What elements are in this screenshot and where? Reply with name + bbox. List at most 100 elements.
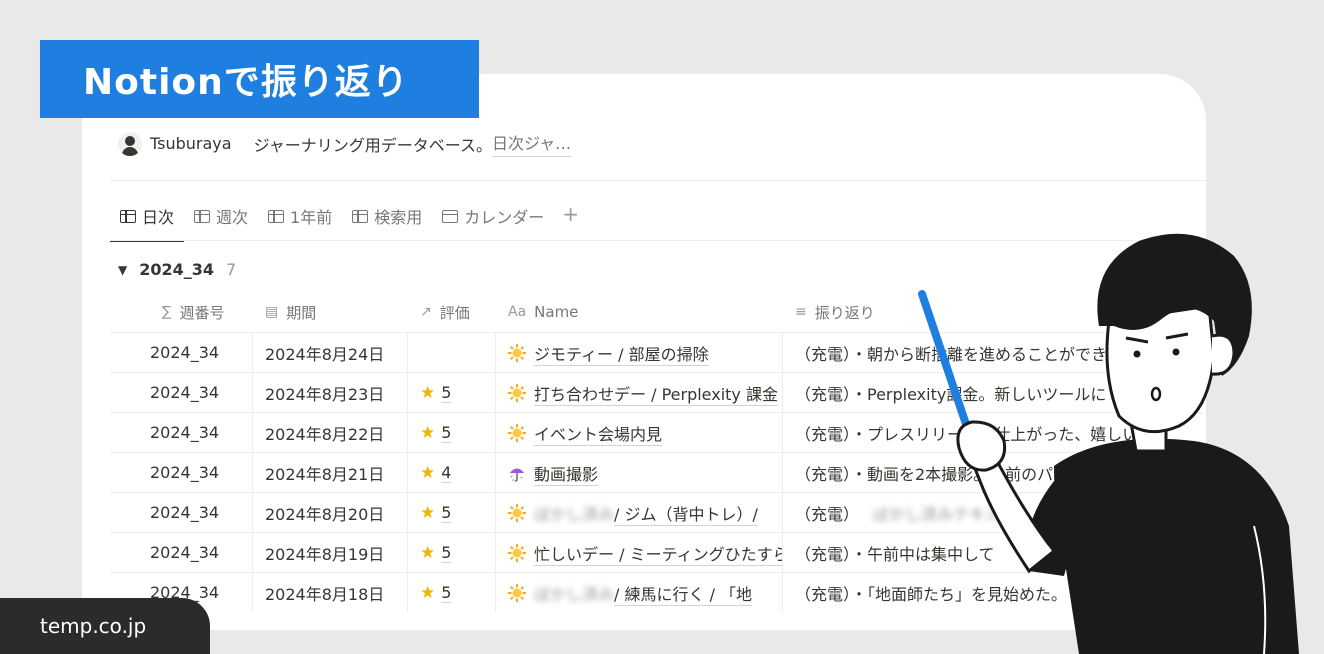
tab-search[interactable]: 検索用 — [342, 196, 432, 236]
group-header[interactable]: ▼ 2024_34 7 — [118, 260, 236, 279]
rating-cell[interactable] — [408, 333, 496, 372]
rating-value: 5 — [441, 543, 452, 562]
column-label: Name — [534, 303, 579, 321]
rating-cell[interactable]: ★ 5 — [408, 373, 496, 412]
column-header-name[interactable]: Aa Name — [496, 292, 783, 332]
tab-weekly[interactable]: 週次 — [184, 196, 258, 236]
name-cell[interactable]: 動画撮影 — [496, 453, 783, 492]
blurred-text: ぼかし済み — [534, 584, 615, 604]
column-header-week[interactable]: ∑ 週番号 — [110, 292, 253, 332]
tab-label: 1年前 — [290, 208, 333, 227]
page-title-link[interactable]: / ジム（背中トレ）/ — [614, 501, 758, 525]
sigma-icon: ∑ — [162, 304, 172, 320]
star-icon: ★ — [420, 382, 436, 403]
sun-icon — [508, 383, 526, 402]
sun-icon — [508, 543, 526, 562]
period-cell[interactable]: 2024年8月22日 — [253, 413, 408, 452]
rating-cell[interactable]: ★ 5 — [408, 413, 496, 452]
period-cell[interactable]: 2024年8月20日 — [253, 493, 408, 532]
table-icon — [120, 209, 136, 223]
period-cell[interactable]: 2024年8月19日 — [253, 533, 408, 572]
page-title-link[interactable]: / 練馬に行く / 「地 — [614, 581, 752, 605]
table-icon — [268, 209, 285, 223]
name-cell[interactable]: ぼかし済み / ジム（背中トレ）/ — [496, 493, 783, 532]
period-cell[interactable]: 2024年8月24日 — [253, 333, 408, 372]
star-icon: ★ — [420, 542, 436, 563]
name-cell[interactable]: 打ち合わせデー / Perplexity 課金 — [496, 373, 783, 412]
tab-year-ago[interactable]: 1年前 — [258, 196, 342, 236]
column-label: 振り返り — [814, 303, 875, 322]
rating-cell[interactable]: ★ 5 — [408, 573, 496, 612]
table-icon — [194, 209, 211, 223]
divider — [110, 180, 1206, 181]
period-cell[interactable]: 2024年8月18日 — [253, 573, 408, 612]
week-cell[interactable]: 2024_34 — [110, 333, 253, 372]
sun-icon — [508, 583, 526, 602]
avatar[interactable] — [118, 131, 142, 156]
site-domain: temp.co.jp — [40, 614, 147, 638]
banner-title: Notionで振り返り — [83, 62, 409, 103]
owner-name[interactable]: Tsuburaya — [150, 134, 232, 153]
column-header-rating[interactable]: ↗ 評価 — [408, 292, 496, 332]
tab-calendar[interactable]: カレンダー — [432, 196, 554, 236]
database-description: ジャーナリング用データベース。 — [253, 135, 492, 155]
sun-icon — [508, 423, 526, 442]
table-icon — [352, 209, 369, 223]
week-cell[interactable]: 2024_34 — [110, 373, 253, 412]
name-cell[interactable]: イベント会場内見 — [496, 413, 783, 452]
star-icon: ★ — [420, 502, 436, 523]
add-view-button[interactable]: + — [554, 196, 587, 236]
text-icon: Aa — [508, 304, 527, 320]
calendar-icon — [442, 209, 459, 223]
tab-label: 検索用 — [374, 208, 423, 227]
rating-value: 5 — [441, 383, 452, 402]
column-label: 期間 — [286, 303, 317, 322]
tab-daily[interactable]: 日次 — [110, 196, 185, 242]
page-title-link[interactable]: 打ち合わせデー / Perplexity 課金 — [534, 381, 778, 405]
umbrella-icon — [509, 468, 525, 482]
column-header-period[interactable]: ▤ 期間 — [253, 292, 408, 332]
page-title-link[interactable]: ジモティー / 部屋の掃除 — [534, 341, 709, 365]
caret-down-icon[interactable]: ▼ — [118, 263, 127, 277]
arrow-up-right-icon: ↗ — [420, 304, 432, 320]
page-title-link[interactable]: 忙しいデー / ミーティングひたすら — [534, 541, 782, 565]
rating-cell[interactable]: ★ 5 — [408, 493, 496, 532]
name-cell[interactable]: ジモティー / 部屋の掃除 — [496, 333, 783, 372]
star-icon: ★ — [420, 462, 436, 483]
group-count: 7 — [226, 260, 237, 279]
rating-value: 5 — [441, 583, 452, 602]
star-icon: ★ — [420, 582, 436, 603]
view-tabs: 日次 週次 1年前 検索用 カレンダー + — [110, 196, 587, 242]
group-label: 2024_34 — [139, 260, 215, 279]
person-illustration — [918, 233, 1299, 654]
tab-label: カレンダー — [464, 208, 545, 227]
star-icon: ★ — [420, 422, 436, 443]
page-title-link[interactable]: 動画撮影 — [534, 461, 598, 485]
week-cell[interactable]: 2024_34 — [110, 533, 253, 572]
name-cell[interactable]: 忙しいデー / ミーティングひたすら — [496, 533, 783, 572]
rating-value: 5 — [441, 503, 452, 522]
page-title-link[interactable]: イベント会場内見 — [534, 421, 662, 445]
period-cell[interactable]: 2024年8月23日 — [253, 373, 408, 412]
week-cell[interactable]: 2024_34 — [110, 493, 253, 532]
week-cell[interactable]: 2024_34 — [110, 413, 253, 452]
column-label: 週番号 — [179, 303, 225, 322]
title-banner: Notionで振り返り — [40, 40, 479, 118]
sun-icon — [508, 503, 526, 522]
rating-cell[interactable]: ★ 4 — [408, 453, 496, 492]
period-cell[interactable]: 2024年8月21日 — [253, 453, 408, 492]
lines-icon: ≡ — [795, 304, 807, 320]
rating-value: 5 — [441, 423, 452, 442]
name-cell[interactable]: ぼかし済み / 練馬に行く / 「地 — [496, 573, 783, 612]
week-cell[interactable]: 2024_34 — [110, 453, 253, 492]
rating-cell[interactable]: ★ 5 — [408, 533, 496, 572]
reflection-text: （充電） — [795, 504, 860, 524]
description-more-link[interactable]: 日次ジャ… — [491, 130, 572, 157]
column-label: 評価 — [439, 303, 470, 322]
rating-value: 4 — [441, 463, 452, 482]
calendar-icon: ▤ — [265, 304, 279, 320]
blurred-text: ぼかし済み — [534, 504, 615, 524]
page-meta: Tsuburaya ジャーナリング用データベース。 日次ジャ… — [118, 130, 572, 157]
site-footer-badge: temp.co.jp — [0, 598, 210, 654]
tab-label: 週次 — [216, 208, 249, 227]
